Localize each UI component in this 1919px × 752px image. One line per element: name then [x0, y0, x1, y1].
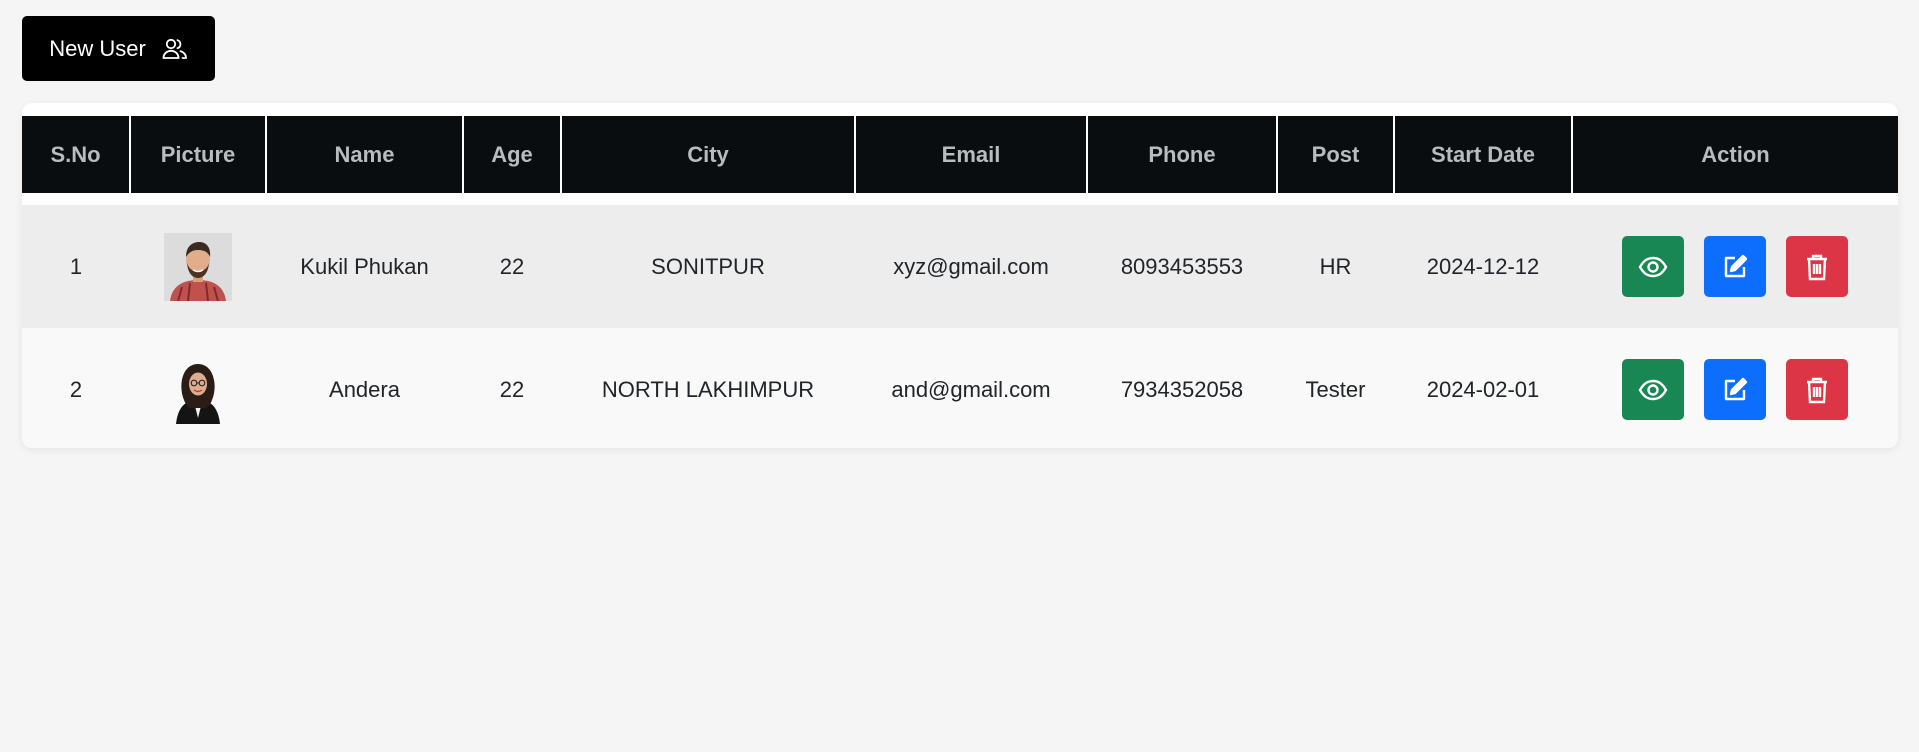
cell-age: 22: [463, 205, 561, 328]
view-button[interactable]: [1622, 359, 1684, 420]
header-email: Email: [854, 116, 1087, 193]
view-button[interactable]: [1622, 236, 1684, 297]
header-name: Name: [265, 116, 463, 193]
table-header-row: S.No Picture Name Age City Email Phone P…: [22, 116, 1898, 193]
header-city: City: [560, 116, 855, 193]
cell-post: HR: [1277, 205, 1394, 328]
cell-city: NORTH LAKHIMPUR: [561, 328, 855, 448]
edit-button[interactable]: [1704, 236, 1766, 297]
cell-name: Andera: [266, 328, 463, 448]
header-age: Age: [462, 116, 561, 193]
eye-icon: [1638, 256, 1668, 277]
new-user-button[interactable]: New User: [22, 16, 215, 81]
edit-button[interactable]: [1704, 359, 1766, 420]
edit-icon: [1724, 377, 1748, 400]
table-row: 1 Kukil Phukan 22 SONITPUR xyz@gmail.com…: [22, 205, 1898, 328]
cell-actions: [1572, 328, 1898, 448]
cell-picture: [130, 205, 266, 328]
header-action: Action: [1571, 116, 1898, 193]
cell-phone: 8093453553: [1087, 205, 1277, 328]
header-post: Post: [1276, 116, 1394, 193]
avatar-woman-icon: [164, 355, 232, 424]
cell-name: Kukil Phukan: [266, 205, 463, 328]
users-table-card: S.No Picture Name Age City Email Phone P…: [22, 103, 1898, 448]
header-phone: Phone: [1086, 116, 1277, 193]
cell-city: SONITPUR: [561, 205, 855, 328]
cell-email: and@gmail.com: [855, 328, 1087, 448]
cell-actions: [1572, 205, 1898, 328]
trash-icon: [1807, 377, 1827, 403]
cell-picture: [130, 328, 266, 448]
cell-age: 22: [463, 328, 561, 448]
cell-sno: 2: [22, 328, 130, 448]
cell-sno: 1: [22, 205, 130, 328]
new-user-label: New User: [49, 35, 146, 61]
header-sno: S.No: [22, 116, 130, 193]
header-picture: Picture: [129, 116, 266, 193]
users-table: S.No Picture Name Age City Email Phone P…: [22, 116, 1898, 448]
cell-phone: 7934352058: [1087, 328, 1277, 448]
table-row: 2 Andera 22 NORTH LAKHIMPUR and@gmail.co…: [22, 328, 1898, 448]
users-icon: [162, 37, 188, 61]
avatar-man-icon: [164, 232, 232, 301]
cell-start-date: 2024-02-01: [1394, 328, 1572, 448]
delete-button[interactable]: [1786, 236, 1848, 297]
delete-button[interactable]: [1786, 359, 1848, 420]
edit-icon: [1724, 254, 1748, 277]
trash-icon: [1807, 254, 1827, 280]
cell-email: xyz@gmail.com: [855, 205, 1087, 328]
eye-icon: [1638, 379, 1668, 400]
cell-start-date: 2024-12-12: [1394, 205, 1572, 328]
cell-post: Tester: [1277, 328, 1394, 448]
header-start-date: Start Date: [1393, 116, 1572, 193]
